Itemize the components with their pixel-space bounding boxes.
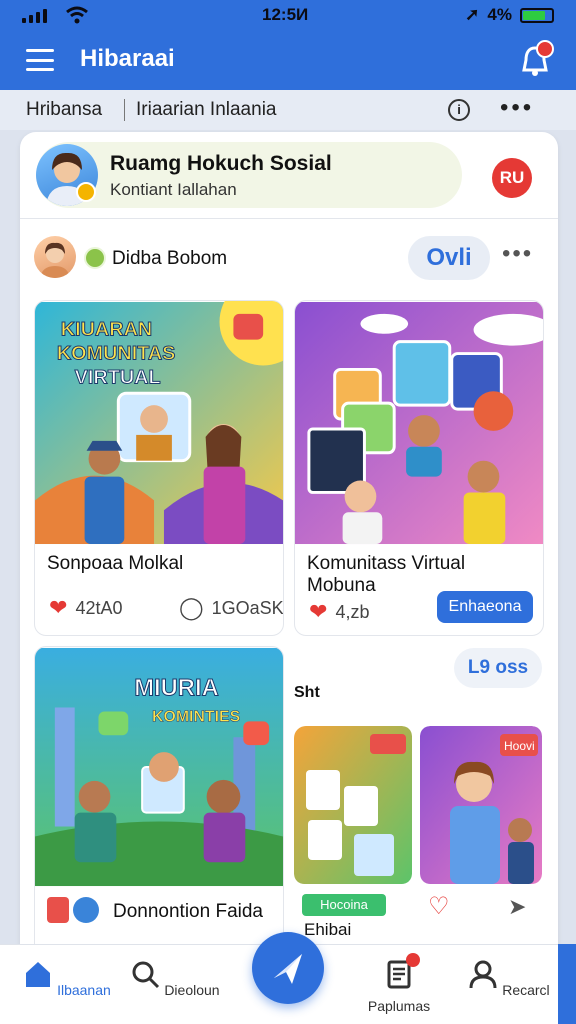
tile-title: Komunitass Virtual — [307, 553, 466, 574]
tile-title: Donnontion Faida — [113, 901, 263, 922]
sub-bar-right[interactable]: Iriaarian Inlaania — [136, 99, 276, 121]
tile-image-tag: Hoovi — [504, 739, 535, 753]
divider — [20, 218, 558, 219]
like-button[interactable]: ❤ 4,zb — [309, 599, 369, 625]
profile-action-button[interactable]: RU — [492, 158, 532, 198]
menu-icon[interactable] — [26, 49, 54, 71]
notification-badge — [406, 953, 420, 967]
status-time: 12:5И — [262, 5, 309, 24]
more-options-icon[interactable]: ••• — [500, 94, 534, 122]
notification-bell-icon[interactable] — [518, 40, 554, 78]
verified-badge-icon — [76, 182, 96, 202]
sub-bar-divider — [124, 99, 125, 121]
nav-search-label: Dieoloun — [164, 982, 220, 998]
tile-image-text-2: KOMINTIES — [152, 708, 240, 725]
tile-image: Hoovi — [420, 726, 542, 884]
group-icon — [84, 247, 106, 269]
status-bar: 12:5И ➚ 4% — [0, 0, 576, 30]
follow-pill-button[interactable]: Ovli — [408, 236, 490, 280]
app-bar: Hibaraai — [0, 30, 576, 90]
heart-icon: ❤ — [49, 595, 68, 620]
community-tile[interactable]: MIURIA KOMINTIES Donnontion Faida — [34, 646, 284, 972]
search-icon — [132, 961, 160, 989]
share-icon[interactable]: ➤ — [508, 894, 526, 920]
sub-bar: Hribansa Iriaarian Inlaania i ••• — [0, 90, 576, 130]
comment-button[interactable]: ◯ 1GOaSK — [179, 595, 284, 621]
tile-image — [295, 301, 543, 545]
notification-badge — [536, 40, 554, 58]
scroll-indicator — [558, 944, 576, 1024]
community-tile[interactable]: KIUARAN KOMUNITAS VIRTUAL Sonpoaa Molkal… — [34, 300, 284, 636]
tile-image — [294, 726, 412, 884]
tile-image: MIURIA KOMINTIES — [35, 647, 283, 887]
nav-home-label: Ilbaanan — [57, 982, 111, 998]
heart-icon: ❤ — [309, 599, 328, 624]
nav-home[interactable]: Ilbaanan — [22, 959, 112, 998]
battery-icon — [520, 7, 554, 23]
tile-subtitle: Mobuna — [307, 575, 376, 596]
community-header[interactable]: Ruamg Hokuch Sosial Kontiant Iallahan — [36, 142, 462, 208]
post-header: Didba Bobom Ovli ••• — [34, 236, 544, 280]
nav-documents[interactable]: Paplumas — [354, 953, 444, 1014]
comment-icon: ◯ — [179, 595, 204, 620]
main-card: Ruamg Hokuch Sosial Kontiant Iallahan RU… — [20, 132, 558, 972]
tile-image-text-1: MIURIA — [134, 675, 219, 702]
tile-image-text-2: KOMUNITAS — [57, 343, 176, 365]
tile-image-text-3: VIRTUAL — [75, 366, 161, 388]
favorite-icon[interactable]: ♡ — [428, 892, 450, 921]
battery-percent: 4% — [487, 5, 512, 24]
like-button[interactable]: ❤ 42tА0 — [49, 595, 122, 621]
home-icon — [26, 962, 51, 987]
post-author-name[interactable]: Didba Bobom — [112, 248, 227, 270]
nav-profile[interactable]: Recarcl — [464, 959, 554, 998]
like-count: 4,zb — [335, 601, 370, 622]
avatar-icon — [73, 897, 99, 923]
post-more-icon[interactable]: ••• — [502, 240, 533, 268]
community-name: Ruamg Hokuch Sosial — [110, 152, 332, 175]
app-title: Hibaraai — [80, 45, 175, 72]
status-badge: Hocoina — [302, 894, 386, 916]
sub-bar-left[interactable]: Hribansa — [26, 99, 102, 121]
nav-search[interactable]: Dieoloun — [130, 959, 220, 998]
community-subtitle: Kontiant Iallahan — [110, 180, 237, 199]
comment-count: 1GOaSK — [211, 597, 284, 618]
tile-image-text-1: KIUARAN — [61, 319, 152, 341]
nav-profile-label: Recarcl — [502, 982, 550, 998]
app-icon — [47, 897, 69, 923]
compose-fab-button[interactable] — [252, 932, 324, 1004]
tile-title: Sonpoaa Molkal — [47, 553, 184, 574]
community-tile[interactable]: Hoovi Hocoina Ehibai ♡ ➤ — [294, 726, 544, 972]
send-icon — [274, 954, 302, 984]
user-icon — [469, 960, 497, 989]
filter-pill[interactable]: L9 oss — [454, 648, 542, 688]
tile-image: KIUARAN KOMUNITAS VIRTUAL — [35, 301, 283, 545]
info-icon[interactable]: i — [448, 99, 470, 121]
tile-source-icons — [47, 897, 99, 923]
nav-documents-label: Paplumas — [367, 998, 431, 1014]
join-button[interactable]: Enhaeona — [437, 591, 533, 623]
community-tile[interactable]: Komunitass Virtual Mobuna ❤ 4,zb Enhaeon… — [294, 300, 544, 636]
section-label: Sht — [294, 684, 320, 701]
wifi-icon — [66, 6, 88, 24]
signal-icon — [22, 9, 47, 23]
like-count: 42tА0 — [75, 597, 123, 618]
author-avatar[interactable] — [34, 236, 76, 278]
location-icon: ➚ — [465, 5, 480, 24]
